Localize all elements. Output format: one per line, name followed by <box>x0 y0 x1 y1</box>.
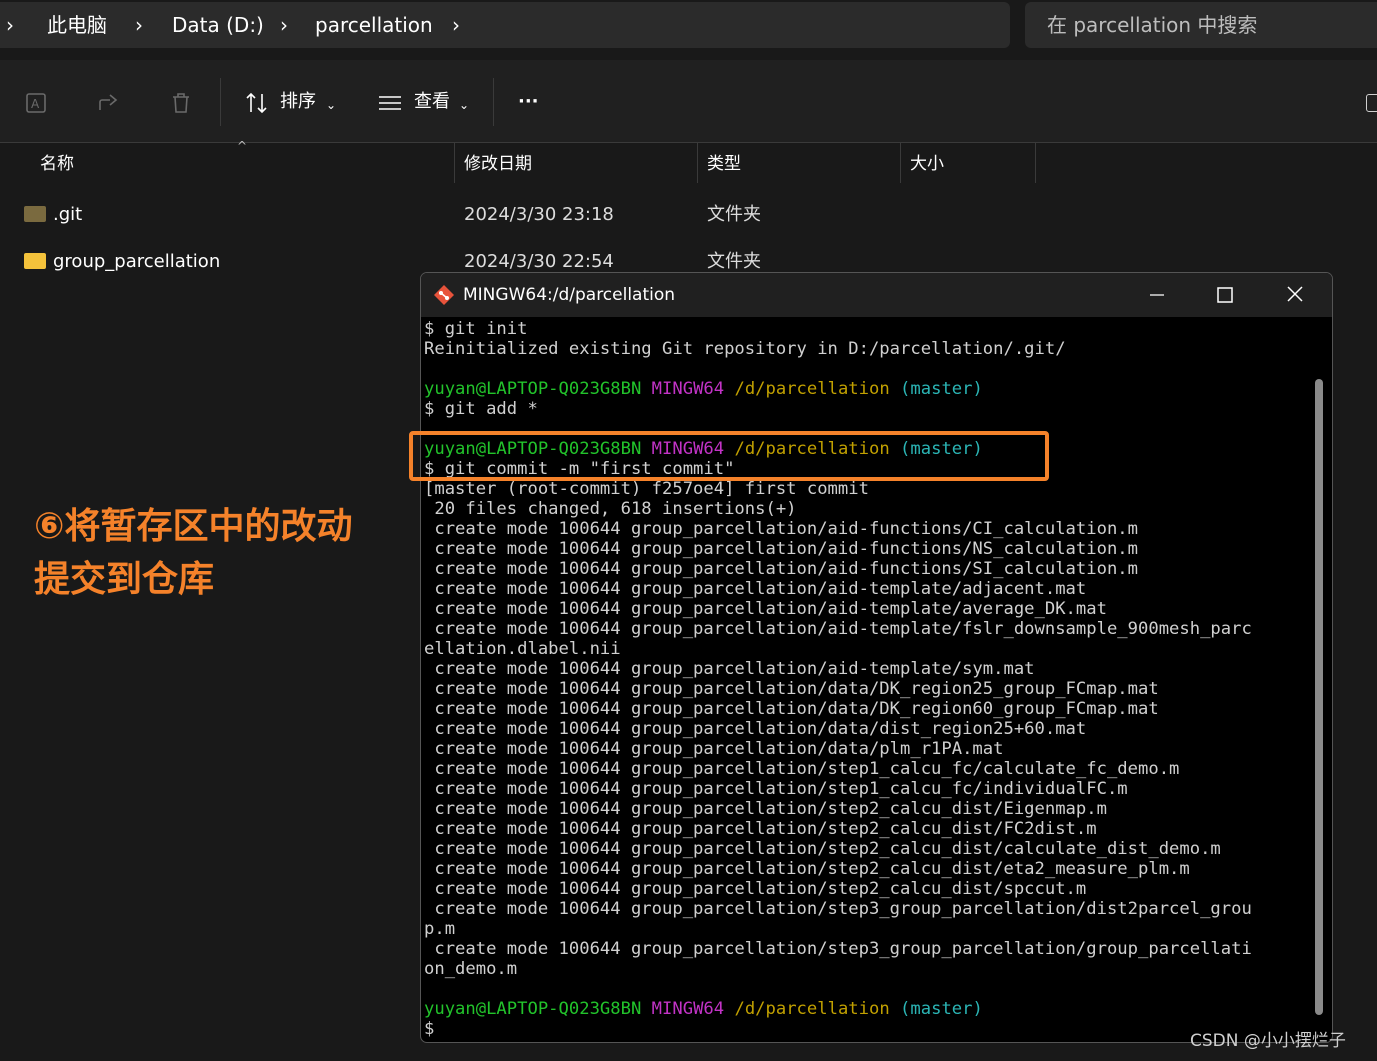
chevron-right-icon[interactable]: › <box>135 12 143 38</box>
file-name: .git <box>53 204 83 225</box>
rename-icon[interactable]: A <box>24 90 50 116</box>
prompt-user: yuyan@LAPTOP-Q023G8BN <box>424 379 642 399</box>
delete-icon[interactable] <box>168 90 194 116</box>
sort-icon[interactable] <box>244 90 270 116</box>
terminal-line: create mode 100644 group_parcellation/da… <box>424 699 1159 719</box>
terminal-line: create mode 100644 group_parcellation/st… <box>424 759 1180 779</box>
terminal-line: Reinitialized existing Git repository in… <box>424 339 1066 359</box>
prompt-branch: (master) <box>900 999 983 1019</box>
column-header-modified[interactable]: 修改日期 <box>464 151 532 177</box>
terminal-line: ellation.dlabel.nii <box>424 639 621 659</box>
column-divider[interactable] <box>1035 143 1036 183</box>
sort-ascending-icon: ^ <box>237 139 248 153</box>
terminal-line: create mode 100644 group_parcellation/st… <box>424 799 1107 819</box>
search-placeholder: 在 parcellation 中搜索 <box>1047 13 1258 37</box>
highlight-box <box>409 431 1049 481</box>
terminal-prompt-line: yuyan@LAPTOP-Q023G8BN MINGW64 /d/parcell… <box>424 999 983 1019</box>
terminal-line: create mode 100644 group_parcellation/ai… <box>424 599 1107 619</box>
svg-text:A: A <box>31 97 40 111</box>
prompt-env: MINGW64 <box>651 999 725 1019</box>
watermark: CSDN @小小摆烂子 <box>1190 1031 1346 1051</box>
prompt-env: MINGW64 <box>651 379 725 399</box>
terminal-line: create mode 100644 group_parcellation/st… <box>424 879 1087 899</box>
chevron-down-icon[interactable]: ⌄ <box>326 92 336 118</box>
close-icon[interactable] <box>1273 281 1317 309</box>
annotation-line: 提交到仓库 <box>34 559 215 600</box>
column-divider[interactable] <box>697 143 698 183</box>
toolbar-divider <box>493 78 494 126</box>
terminal-line: $ git init <box>424 319 528 339</box>
terminal-output[interactable]: $ git init Reinitialized existing Git rep… <box>424 317 1304 1039</box>
file-row[interactable] <box>0 196 1377 236</box>
column-divider[interactable] <box>454 143 455 183</box>
sort-button[interactable]: 排序 <box>280 89 316 115</box>
file-modified: 2024/3/30 23:18 <box>464 204 614 225</box>
scrollbar-thumb[interactable] <box>1315 379 1323 1015</box>
terminal-line: $ <box>424 1019 435 1039</box>
view-icon[interactable] <box>377 90 403 116</box>
prompt-path: /d/parcellation <box>734 379 890 399</box>
maximize-icon[interactable] <box>1203 281 1247 309</box>
annotation-line: ⑥将暂存区中的改动 <box>34 506 353 547</box>
prompt-path: /d/parcellation <box>734 999 890 1019</box>
breadcrumb-drive[interactable]: Data (D:) <box>172 12 264 38</box>
annotation-caption: ⑥将暂存区中的改动 提交到仓库 <box>34 500 414 606</box>
chevron-right-icon[interactable]: › <box>280 12 288 38</box>
git-bash-icon <box>434 285 454 305</box>
breadcrumb-folder[interactable]: parcellation <box>315 12 433 38</box>
more-options-button[interactable]: ··· <box>518 89 539 115</box>
column-header-size[interactable]: 大小 <box>910 151 944 177</box>
terminal-line: on_demo.m <box>424 959 518 979</box>
terminal-line: create mode 100644 group_parcellation/ai… <box>424 619 1252 639</box>
details-pane-icon[interactable] <box>1366 94 1377 112</box>
chevron-right-icon[interactable]: › <box>6 12 14 38</box>
terminal-line: [master (root-commit) f257oe4] first com… <box>424 479 869 499</box>
toolbar-divider <box>220 78 221 126</box>
chevron-down-icon[interactable]: ⌄ <box>459 92 469 118</box>
prompt-user: yuyan@LAPTOP-Q023G8BN <box>424 999 642 1019</box>
terminal-line: create mode 100644 group_parcellation/ai… <box>424 519 1138 539</box>
terminal-line: create mode 100644 group_parcellation/st… <box>424 939 1252 959</box>
column-divider[interactable] <box>900 143 901 183</box>
terminal-line: create mode 100644 group_parcellation/ai… <box>424 559 1138 579</box>
terminal-line: create mode 100644 group_parcellation/ai… <box>424 659 1035 679</box>
chevron-right-icon[interactable]: › <box>452 12 460 38</box>
terminal-line: create mode 100644 group_parcellation/ai… <box>424 539 1138 559</box>
prompt-branch: (master) <box>900 379 983 399</box>
terminal-line: create mode 100644 group_parcellation/da… <box>424 719 1087 739</box>
terminal-title: MINGW64:/d/parcellation <box>463 285 676 305</box>
terminal-line: create mode 100644 group_parcellation/st… <box>424 899 1252 919</box>
breadcrumb-this-pc[interactable]: 此电脑 <box>47 12 107 38</box>
terminal-line: create mode 100644 group_parcellation/ai… <box>424 579 1087 599</box>
folder-icon <box>24 206 46 222</box>
file-name: group_parcellation <box>53 251 221 272</box>
terminal-line: create mode 100644 group_parcellation/da… <box>424 679 1159 699</box>
terminal-line: create mode 100644 group_parcellation/st… <box>424 819 1097 839</box>
view-button[interactable]: 查看 <box>414 89 450 115</box>
address-bar[interactable] <box>0 2 1010 48</box>
terminal-line: 20 files changed, 618 insertions(+) <box>424 499 797 519</box>
terminal-prompt-line: yuyan@LAPTOP-Q023G8BN MINGW64 /d/parcell… <box>424 379 983 399</box>
column-header-type[interactable]: 类型 <box>707 151 741 177</box>
terminal-line: $ git add * <box>424 399 538 419</box>
command-bar <box>0 60 1377 143</box>
terminal-line: create mode 100644 group_parcellation/st… <box>424 839 1221 859</box>
terminal-line: create mode 100644 group_parcellation/st… <box>424 859 1190 879</box>
file-type: 文件夹 <box>707 204 761 225</box>
share-icon[interactable] <box>96 90 122 116</box>
terminal-line: p.m <box>424 919 456 939</box>
folder-icon <box>24 253 46 269</box>
terminal-line: create mode 100644 group_parcellation/da… <box>424 739 1004 759</box>
terminal-line: create mode 100644 group_parcellation/st… <box>424 779 1128 799</box>
column-header-name[interactable]: 名称 <box>40 151 74 177</box>
minimize-icon[interactable] <box>1135 281 1179 309</box>
terminal-window[interactable]: MINGW64:/d/parcellation $ git init Reinit… <box>420 272 1333 1043</box>
